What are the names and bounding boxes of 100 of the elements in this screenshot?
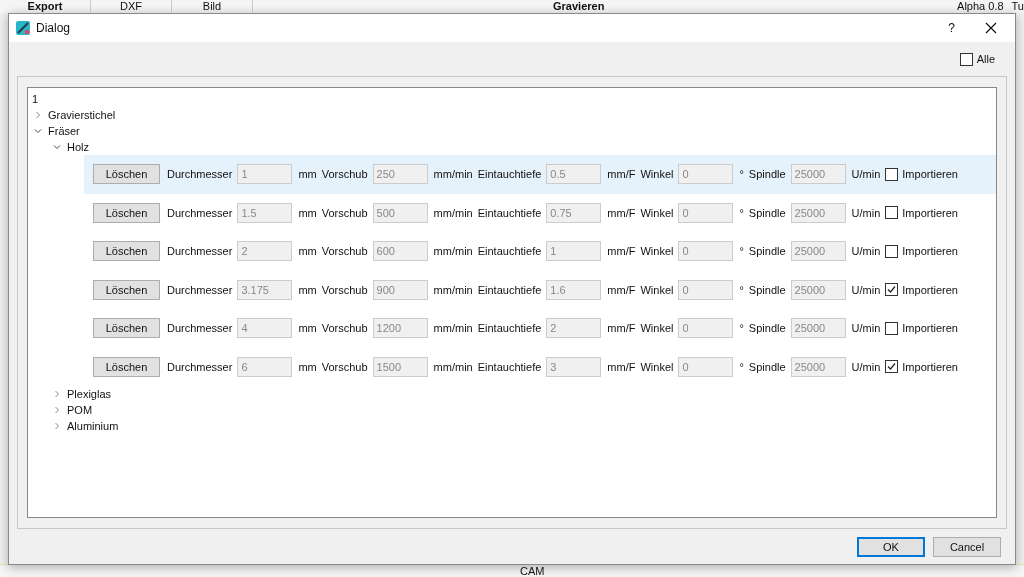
delete-button[interactable]: Löschen: [93, 279, 160, 300]
unit-label: mm/min: [433, 245, 473, 258]
cancel-button[interactable]: Cancel: [933, 537, 1001, 557]
field-label: Spindle: [748, 168, 786, 181]
import-checkbox[interactable]: Importieren: [885, 360, 958, 374]
tree-item[interactable]: Fräser: [48, 125, 80, 137]
field-label: Winkel: [640, 206, 674, 219]
unit-label: mm/F: [607, 245, 636, 258]
check-icon: [887, 362, 897, 372]
app-tab[interactable]: DXF: [91, 0, 172, 12]
field-label: Eintauchtiefe: [477, 168, 542, 181]
field-label: Spindle: [748, 206, 786, 219]
field-label: Eintauchtiefe: [477, 206, 542, 219]
delete-button[interactable]: Löschen: [93, 318, 160, 339]
unit-label: °: [739, 168, 744, 181]
unit-label: mm/F: [607, 283, 636, 296]
field-label: Winkel: [640, 360, 674, 373]
unit-label: U/min: [851, 322, 881, 335]
unit-label: U/min: [851, 245, 881, 258]
unit-label: mm/min: [433, 322, 473, 335]
unit-label: °: [739, 206, 744, 219]
unit-label: °: [739, 360, 744, 373]
unit-label: mm: [298, 322, 317, 335]
field-label: Durchmesser: [167, 322, 233, 335]
unit-label: °: [739, 283, 744, 296]
unit-label: mm: [298, 245, 317, 258]
app-tab[interactable]: Export: [0, 0, 91, 12]
unit-label: mm: [298, 283, 317, 296]
field-label: Durchmesser: [167, 206, 233, 219]
app-tab[interactable]: Bild: [172, 0, 253, 12]
unit-label: U/min: [851, 206, 881, 219]
chevron-icon[interactable]: [53, 422, 61, 430]
tool-row[interactable]: Löschen Durchmesser 4 mm Vorschub 1200 mm/min Eintauchtiefe 2 mm/F Winkel 0 ° Spindle 25000 U/min Importieren: [84, 309, 996, 348]
unit-label: mm: [298, 206, 317, 219]
app-icon: [16, 21, 30, 35]
tool-row[interactable]: Löschen Durchmesser 1.5 mm Vorschub 500 mm/min Eintauchtiefe 0.75 mm/F Winkel 0 ° Spindle 25000 U/min Importieren: [84, 193, 996, 232]
unit-label: mm/min: [433, 206, 473, 219]
tree-item[interactable]: Gravierstichel: [48, 109, 116, 121]
tree-item[interactable]: Holz: [67, 141, 89, 153]
unit-label: mm: [298, 360, 317, 373]
field-label: Winkel: [640, 322, 674, 335]
chevron-icon[interactable]: [34, 111, 42, 119]
field-label: Eintauchtiefe: [477, 360, 542, 373]
check-icon: [887, 285, 897, 295]
field-label: Spindle: [748, 245, 786, 258]
field-label: Winkel: [640, 168, 674, 181]
help-button[interactable]: ?: [948, 21, 955, 35]
import-checkbox[interactable]: Importieren: [885, 206, 958, 220]
tool-row[interactable]: Löschen Durchmesser 1 mm Vorschub 250 mm/min Eintauchtiefe 0.5 mm/F Winkel 0 ° Spindle 25000 U/min Importieren: [84, 155, 996, 194]
tool-row[interactable]: Löschen Durchmesser 2 mm Vorschub 600 mm/min Eintauchtiefe 1 mm/F Winkel 0 ° Spindle 25000 U/min Importieren: [84, 232, 996, 271]
field-label: Vorschub: [321, 168, 368, 181]
delete-button[interactable]: Löschen: [93, 164, 160, 185]
unit-label: mm/F: [607, 360, 636, 373]
tool-row[interactable]: Löschen Durchmesser 3.175 mm Vorschub 900 mm/min Eintauchtiefe 1.6 mm/F Winkel 0 ° Spindle 25000 U/min Importieren: [84, 270, 996, 309]
unit-label: mm/min: [433, 283, 473, 296]
field-label: Durchmesser: [167, 168, 233, 181]
window-title: Dialog: [36, 21, 71, 35]
tool-row[interactable]: Löschen Durchmesser 6 mm Vorschub 1500 mm/min Eintauchtiefe 3 mm/F Winkel 0 ° Spindle 25000 U/min Importieren: [84, 347, 996, 386]
chevron-icon[interactable]: [53, 406, 61, 414]
field-label: Vorschub: [321, 360, 368, 373]
unit-label: mm: [298, 168, 317, 181]
delete-button[interactable]: Löschen: [93, 356, 160, 377]
app-tab[interactable]: Tu: [1011, 0, 1024, 12]
tree-item[interactable]: Aluminium: [67, 420, 119, 432]
delete-button[interactable]: Löschen: [93, 202, 160, 223]
field-label: Durchmesser: [167, 283, 233, 296]
unit-label: mm/F: [607, 168, 636, 181]
app-version: Alpha 0.8: [957, 0, 1004, 12]
unit-label: mm/min: [433, 168, 473, 181]
app-tab[interactable]: CAM: [520, 565, 545, 577]
unit-label: mm/min: [433, 360, 473, 373]
unit-label: U/min: [851, 168, 881, 181]
field-label: Durchmesser: [167, 360, 233, 373]
field-label: Spindle: [748, 360, 786, 373]
tree-item[interactable]: POM: [67, 404, 93, 416]
unit-label: mm/F: [607, 206, 636, 219]
unit-label: °: [739, 245, 744, 258]
field-label: Eintauchtiefe: [477, 245, 542, 258]
field-label: Vorschub: [321, 245, 368, 258]
tree-item[interactable]: Plexiglas: [67, 388, 112, 400]
import-checkbox[interactable]: Importieren: [885, 244, 958, 258]
app-section-title: Gravieren: [553, 0, 605, 12]
chevron-icon[interactable]: [53, 143, 61, 151]
unit-label: U/min: [851, 283, 881, 296]
import-checkbox[interactable]: Importieren: [885, 167, 958, 181]
field-label: Vorschub: [321, 322, 368, 335]
import-checkbox[interactable]: Importieren: [885, 283, 958, 297]
chevron-icon[interactable]: [34, 127, 42, 135]
field-label: Eintauchtiefe: [477, 283, 542, 296]
delete-button[interactable]: Löschen: [93, 241, 160, 262]
import-checkbox[interactable]: Importieren: [885, 321, 958, 335]
chevron-icon[interactable]: [53, 390, 61, 398]
ok-button[interactable]: OK: [857, 537, 925, 557]
field-label: Winkel: [640, 283, 674, 296]
alle-checkbox[interactable]: Alle: [959, 52, 995, 66]
field-label: Vorschub: [321, 206, 368, 219]
field-label: Eintauchtiefe: [477, 322, 542, 335]
field-label: Spindle: [748, 283, 786, 296]
unit-label: °: [739, 322, 744, 335]
close-icon[interactable]: [985, 22, 997, 34]
